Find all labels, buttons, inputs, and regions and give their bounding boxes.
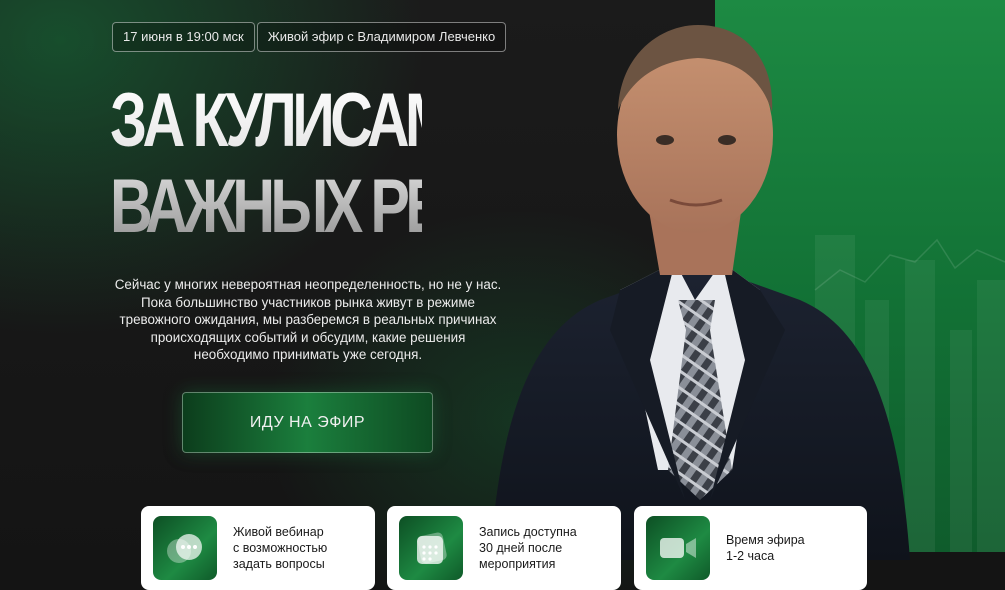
chat-bubbles-icon <box>153 516 217 580</box>
title-line-1: ЗА КУЛИСАМИ <box>110 78 488 163</box>
feature-text: Время эфира 1-2 часа <box>726 533 805 563</box>
feature-text: Запись доступна 30 дней после мероприяти… <box>479 525 577 571</box>
page-title: ЗА КУЛИСАМИ ВАЖНЫХ РЕШЕНИЙ <box>110 78 422 250</box>
event-date-badge: 17 июня в 19:00 мск <box>112 22 255 52</box>
event-label-badge: Живой эфир с Владимиром Левченко <box>256 22 507 52</box>
video-camera-icon <box>646 516 710 580</box>
calendar-icon <box>399 516 463 580</box>
presenter-photo <box>490 25 910 560</box>
description-text: Сейчас у многих невероятная неопределенн… <box>114 277 502 362</box>
title-line-2: ВАЖНЫХ РЕШЕНИЙ <box>110 164 644 249</box>
join-stream-button[interactable]: ИДУ НА ЭФИР <box>182 392 433 453</box>
features-row: Живой вебинар с возможностью задать вопр… <box>0 506 1005 590</box>
feature-card-recording: Запись доступна 30 дней после мероприяти… <box>387 506 621 590</box>
feature-card-duration: Время эфира 1-2 часа <box>634 506 867 590</box>
feature-text: Живой вебинар с возможностью задать вопр… <box>233 525 328 571</box>
event-info: 17 июня в 19:00 мск Живой эфир с Владими… <box>112 22 507 52</box>
feature-card-webinar: Живой вебинар с возможностью задать вопр… <box>141 506 375 590</box>
